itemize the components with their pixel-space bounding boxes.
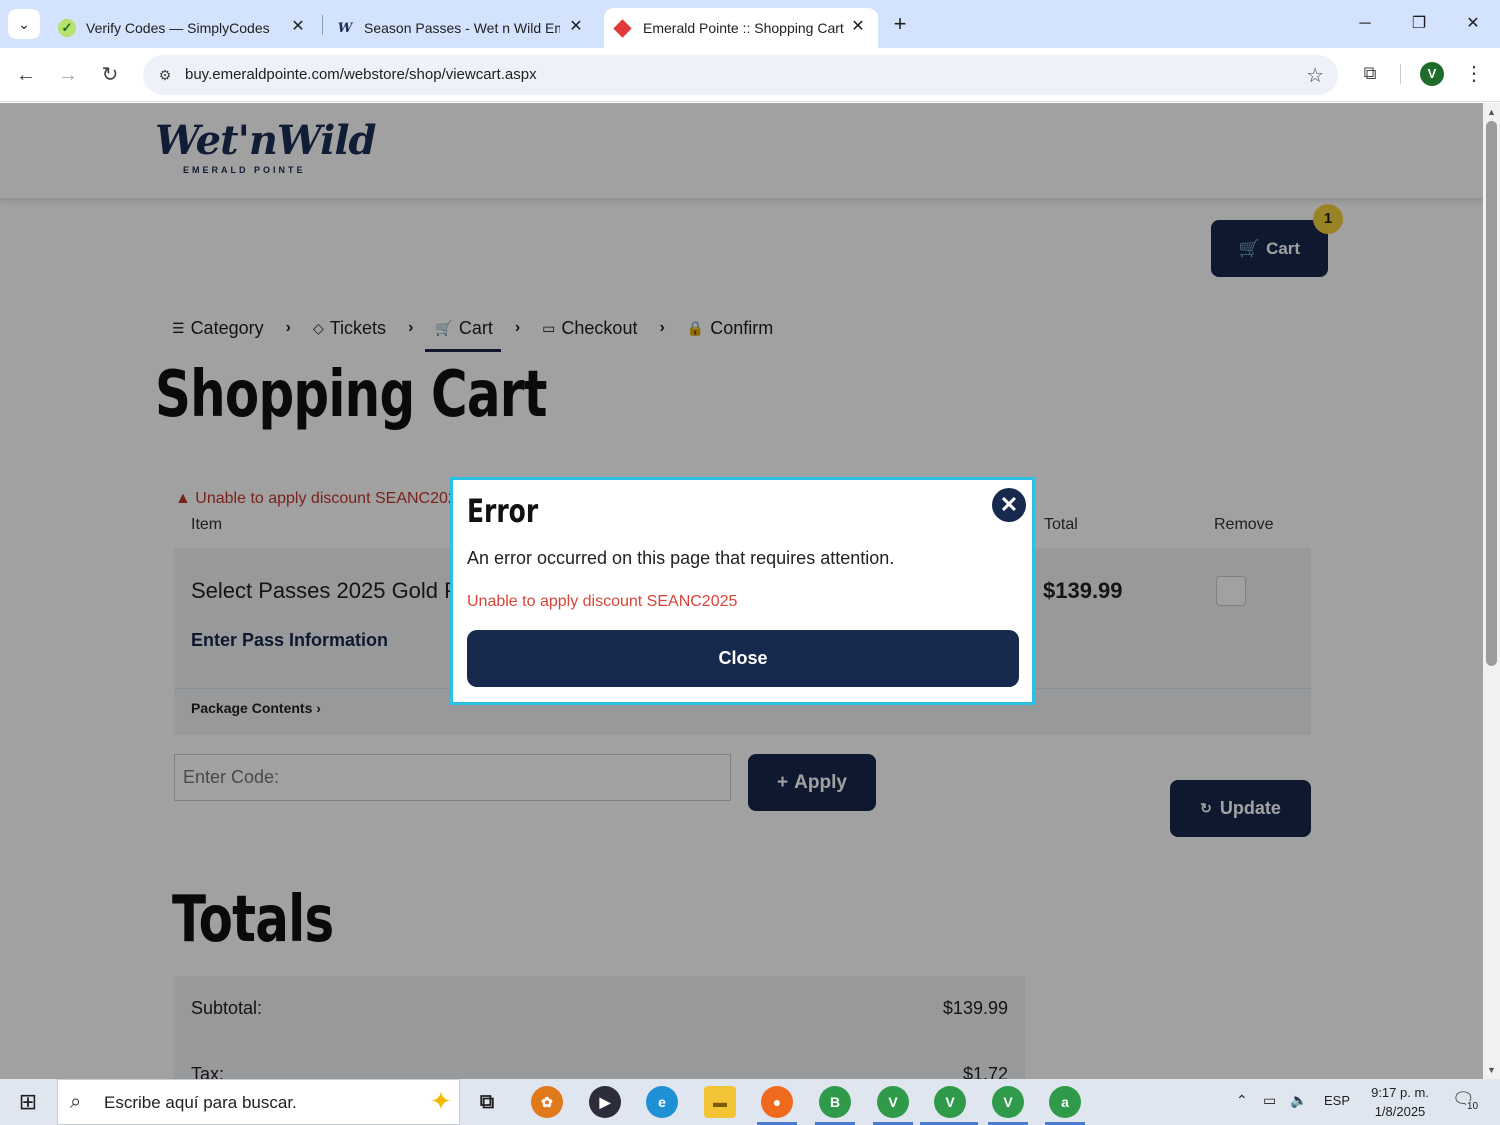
wetnwild-w-icon: W: [337, 20, 353, 36]
dialog-message: An error occurred on this page that requ…: [467, 548, 895, 568]
browser-tab-strip: ⌄ ✓ Verify Codes — SimplyCodes ✕ W Seaso…: [0, 0, 1500, 48]
scrollbar-thumb[interactable]: [1486, 121, 1497, 666]
language-indicator[interactable]: ESP: [1324, 1093, 1350, 1108]
forward-button[interactable]: →: [52, 59, 84, 91]
firefox-icon[interactable]: ●: [761, 1086, 793, 1118]
chrome-profile-a-icon[interactable]: a: [1049, 1086, 1081, 1118]
close-tab-icon[interactable]: ✕: [566, 17, 586, 37]
restore-button[interactable]: ❐: [1396, 8, 1442, 40]
close-tab-icon[interactable]: ✕: [848, 17, 868, 37]
browser-toolbar: ← → ↻ ⚙ buy.emeraldpointe.com/webstore/s…: [0, 48, 1500, 102]
chrome-profile-v-icon[interactable]: V: [877, 1086, 909, 1118]
tab-wetnwild[interactable]: W Season Passes - Wet n Wild Em ✕: [324, 8, 596, 48]
site-settings-icon[interactable]: ⚙: [151, 61, 179, 89]
dialog-title: Error: [467, 492, 539, 530]
dialog-close-icon[interactable]: ✕: [992, 488, 1026, 522]
bookmark-star-icon[interactable]: ☆: [1306, 63, 1324, 88]
profile-avatar[interactable]: V: [1420, 62, 1444, 86]
tab-emerald-pointe[interactable]: Emerald Pointe :: Shopping Cart ✕: [604, 8, 878, 48]
chrome-profile-v-active-icon[interactable]: V: [934, 1086, 966, 1118]
edge-icon[interactable]: e: [646, 1086, 678, 1118]
chrome-profile-v2-icon[interactable]: V: [992, 1086, 1024, 1118]
search-icon: ⌕: [70, 1091, 82, 1113]
new-tab-button[interactable]: +: [886, 10, 914, 38]
page-scrollbar[interactable]: ▲ ▼: [1483, 103, 1500, 1079]
close-tab-icon[interactable]: ✕: [288, 17, 308, 37]
dialog-close-button[interactable]: Close: [467, 630, 1019, 687]
chevron-up-icon[interactable]: ⌃: [1236, 1092, 1248, 1109]
browser-menu-icon[interactable]: ⋮: [1462, 60, 1486, 88]
emerald-pointe-icon: [613, 18, 632, 38]
toolbar-divider: [1400, 64, 1401, 84]
taskbar-clock[interactable]: 9:17 p. m. 1/8/2025: [1360, 1083, 1440, 1121]
notification-center-icon[interactable]: 🗨 10: [1452, 1089, 1480, 1115]
reload-button[interactable]: ↻: [94, 59, 126, 91]
copilot-sparkle-icon: ✦: [430, 1086, 452, 1116]
extensions-icon[interactable]: ⧉: [1355, 58, 1385, 88]
tab-divider: [322, 15, 323, 35]
url-text: buy.emeraldpointe.com/webstore/shop/view…: [185, 66, 537, 83]
page-viewport: Wet'nWild EMERALD POINTE 🛒 Cart 1 ☰ Cate…: [0, 103, 1483, 1079]
address-bar[interactable]: ⚙ buy.emeraldpointe.com/webstore/shop/vi…: [143, 55, 1338, 95]
fl-studio-icon[interactable]: ✿: [531, 1086, 563, 1118]
scroll-down-icon[interactable]: ▼: [1487, 1065, 1496, 1075]
windows-start-icon[interactable]: ⊞: [0, 1079, 56, 1125]
window-close-button[interactable]: ✕: [1450, 8, 1496, 40]
back-button[interactable]: ←: [10, 59, 42, 91]
scroll-up-icon[interactable]: ▲: [1487, 107, 1496, 117]
task-view-icon[interactable]: ⧉: [471, 1086, 503, 1118]
dialog-error-text: Unable to apply discount SEANC2025: [467, 593, 738, 610]
network-icon[interactable]: ▭: [1263, 1092, 1276, 1109]
media-player-icon[interactable]: ▶: [589, 1086, 621, 1118]
tab-simplycodes[interactable]: ✓ Verify Codes — SimplyCodes ✕: [46, 8, 318, 48]
volume-icon[interactable]: 🔈: [1290, 1092, 1307, 1109]
taskbar-search[interactable]: ⌕ Escribe aquí para buscar. ✦: [57, 1079, 460, 1125]
minimize-button[interactable]: ─: [1342, 8, 1388, 40]
chrome-profile-b-icon[interactable]: B: [819, 1086, 851, 1118]
tab-search-button[interactable]: ⌄: [8, 9, 40, 39]
error-dialog: Error ✕ An error occurred on this page t…: [450, 477, 1035, 705]
simplycodes-icon: ✓: [58, 19, 76, 37]
windows-taskbar: ⊞ ⌕ Escribe aquí para buscar. ✦ ⧉ ✿ ▶ e …: [0, 1079, 1500, 1125]
file-explorer-icon[interactable]: ▬: [704, 1086, 736, 1118]
